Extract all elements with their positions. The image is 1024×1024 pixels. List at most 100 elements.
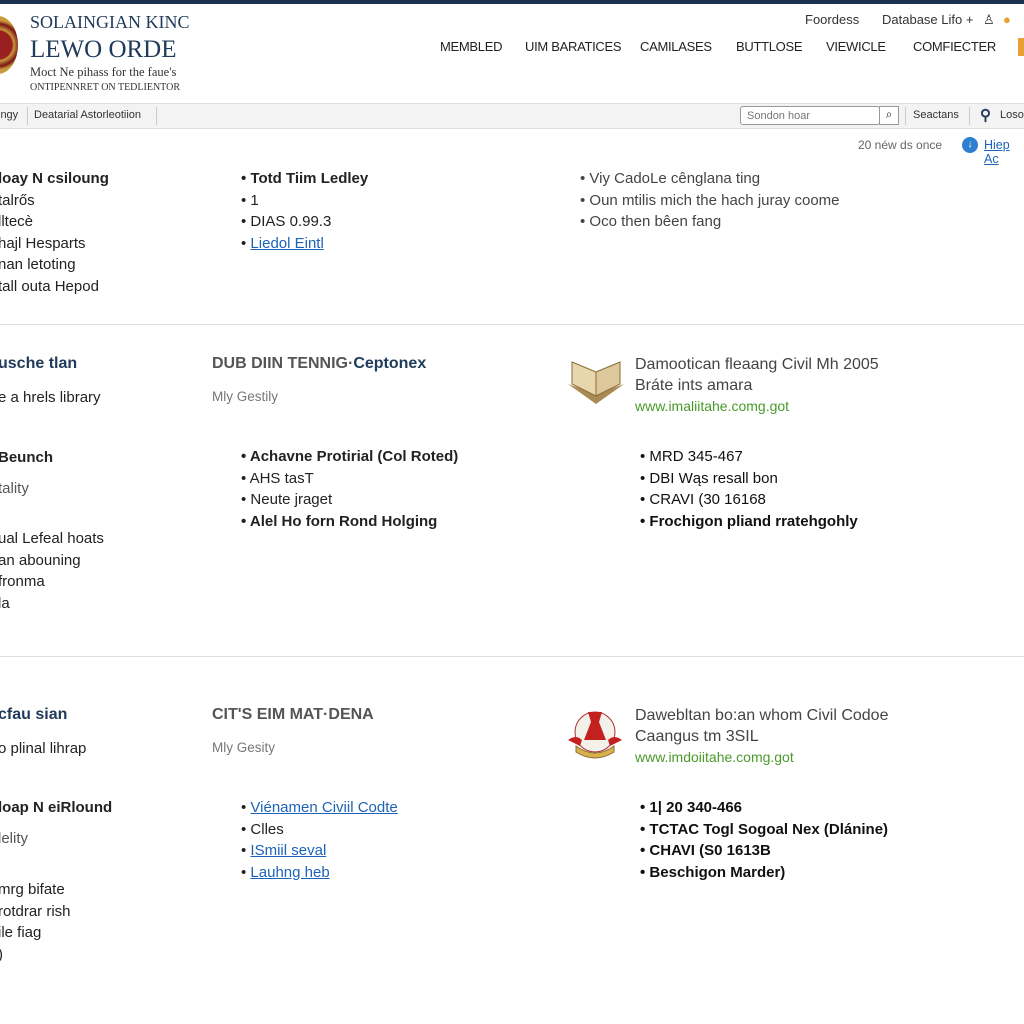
result-url[interactable]: www.imaliitahe.comg.got xyxy=(635,396,879,417)
list-item: rotdrar rish xyxy=(0,902,71,920)
logo-title[interactable]: LEWO ORDE xyxy=(30,36,177,64)
divider xyxy=(156,107,157,125)
list-item: Totd Tiim Ledley xyxy=(241,168,368,190)
list-item: Viy CadoLe cênglana ting xyxy=(580,168,840,190)
list-item: tall outa Hepod xyxy=(0,277,99,295)
divider xyxy=(0,656,1024,657)
login-link[interactable]: Loso xyxy=(1000,109,1024,121)
book-icon xyxy=(568,361,624,404)
crest-icon xyxy=(568,711,622,759)
result-title[interactable]: Damootican fleaang Civil Mh 2005 xyxy=(635,354,879,375)
divider xyxy=(969,107,970,125)
result-title[interactable]: Dawebltan bo:an whom Civil Codoe xyxy=(635,705,888,726)
list-link[interactable]: Viénamen Civiil Codte xyxy=(241,797,397,819)
list-item: Beschigon Marder) xyxy=(640,862,888,884)
logo-tagline: Moct Ne pihass for the faue's xyxy=(30,65,177,79)
link[interactable]: Lauhng heb xyxy=(250,864,329,881)
util-link[interactable]: Database Lifo + xyxy=(882,12,973,27)
section-subtitle: Mly Gestily xyxy=(212,389,279,404)
section-title: loap N eiRlound xyxy=(0,799,113,816)
user-icon[interactable]: ♙ xyxy=(983,12,995,28)
search-label[interactable]: Seactans xyxy=(913,109,959,121)
list-item: CRAVI (30 16168 xyxy=(640,489,858,511)
list-item: ) xyxy=(0,944,71,966)
help-icon[interactable]: ↓ xyxy=(962,137,978,153)
section-title: loay N csiloung xyxy=(0,170,109,187)
link[interactable]: Viénamen Civiil Codte xyxy=(250,799,397,816)
section-title[interactable]: usche tlan xyxy=(0,355,77,373)
list-link[interactable]: Lauhng heb xyxy=(241,862,398,884)
search-input[interactable] xyxy=(740,106,880,125)
top-bar xyxy=(0,0,1024,4)
list-item: ual Lefeal hoats xyxy=(0,530,104,547)
nav-item[interactable]: UIM BARATICES xyxy=(525,39,622,54)
link[interactable]: ISmiil seval xyxy=(250,842,326,859)
breadcrumb-item[interactable]: ingy xyxy=(0,109,18,121)
logo-subtagline: ONTIPENNRET ON TEDLIENTOR xyxy=(30,82,180,93)
heading-text: DUB DIIN TENNIG· xyxy=(212,355,354,372)
result-url[interactable]: www.imdoiitahe.comg.got xyxy=(635,747,888,768)
section-heading: CIT'S EIM MAT·DENA xyxy=(212,706,374,723)
list-item: DIAS 0.99.3 xyxy=(241,211,368,233)
link[interactable]: Liedol Eintl xyxy=(250,235,323,252)
section-1-left: loay N csiloung talrős lltecè hajl Hespa… xyxy=(0,168,109,297)
section-subtitle: lelity xyxy=(0,830,29,847)
nav-item[interactable]: CAMILASES xyxy=(640,39,712,54)
list-item: 1 xyxy=(241,190,368,212)
search-icon[interactable]: ⌕ xyxy=(879,106,899,125)
list-item: ile fiag xyxy=(0,924,42,941)
list-item: Alel Ho forn Rond Holging xyxy=(241,511,458,533)
list-item: talrős xyxy=(0,191,35,209)
list-item: Achavne Protirial (Col Roted) xyxy=(241,446,458,468)
nav-item[interactable]: VIEWICLE xyxy=(826,39,886,54)
section-2-left-list: ual Lefeal hoats an abouning fronma la xyxy=(0,528,104,614)
nav-item[interactable]: COMFIECTER xyxy=(913,39,996,54)
nav-item[interactable]: MEMBLED xyxy=(440,39,503,54)
list-item: 1| 20 340-466 xyxy=(640,797,888,819)
result-block: Damootican fleaang Civil Mh 2005 Bráte i… xyxy=(635,354,879,417)
list-item: DBI Wąs resall bon xyxy=(640,468,858,490)
list-item: CHAVI (S0 1613B xyxy=(640,840,888,862)
section-subtitle: tality xyxy=(0,480,29,497)
nav-accent-button[interactable] xyxy=(1018,38,1024,56)
list-item: Clles xyxy=(241,819,398,841)
logo-line-1: SOLAINGIAN KINC xyxy=(30,12,190,32)
list-item: an abouning xyxy=(0,551,81,569)
section-subtitle: o plinal lihrap xyxy=(0,740,87,757)
list-item: nan letoting xyxy=(0,256,76,273)
divider xyxy=(0,324,1024,325)
breadcrumb-item[interactable]: Deatarial Astorleotiion xyxy=(34,109,141,121)
search-icon[interactable]: ⚲ xyxy=(980,106,991,124)
list-item: la xyxy=(0,594,10,612)
result-block: Dawebltan bo:an whom Civil Codoe Caangus… xyxy=(635,705,888,768)
list-link[interactable]: Liedol Eintl xyxy=(241,233,368,255)
section-heading: DUB DIIN TENNIG·Ceptonex xyxy=(212,355,426,373)
help-link[interactable]: Hiep Ac xyxy=(984,138,1024,166)
list-item: lltecè xyxy=(0,213,34,230)
section-3-right: 1| 20 340-466 TCTAC Togl Sogoal Nex (Dlá… xyxy=(640,797,888,883)
list-link[interactable]: ISmiil seval xyxy=(241,840,398,862)
result-line: Bráte ints amara xyxy=(635,377,753,394)
nav-item[interactable]: BUTTLOSE xyxy=(736,39,803,54)
list-item: fronma xyxy=(0,573,45,590)
divider xyxy=(27,107,28,125)
seal-logo[interactable] xyxy=(0,16,18,74)
section-title: Beunch xyxy=(0,449,54,466)
list-item: mrg bifate xyxy=(0,881,65,898)
util-link[interactable]: Foordess xyxy=(805,12,859,27)
section-subtitle: Mly Gesity xyxy=(212,740,276,755)
divider xyxy=(905,107,906,125)
list-item: Oco then bêen fang xyxy=(580,211,840,233)
section-title[interactable]: cfau sian xyxy=(0,706,67,724)
list-item: Oun mtilis mich the hach juray coome xyxy=(580,190,839,212)
list-item: Neute jraget xyxy=(241,489,458,511)
profile-icon[interactable]: ● xyxy=(1003,12,1011,27)
section-1-mid: Totd Tiim Ledley 1 DIAS 0.99.3 Liedol Ei… xyxy=(241,168,368,254)
list-item: Frochigon pliand rratehgohly xyxy=(640,511,857,533)
list-item: hajl Hesparts xyxy=(0,234,86,252)
notice-text: 20 néw ds once xyxy=(858,138,943,152)
list-item: MRD 345-467 xyxy=(640,446,858,468)
list-item: TCTAC Togl Sogoal Nex (Dlánine) xyxy=(640,819,888,841)
section-subtitle: e a hrels library xyxy=(0,389,101,406)
section-3-mid: Viénamen Civiil Codte Clles ISmiil seval… xyxy=(241,797,398,884)
